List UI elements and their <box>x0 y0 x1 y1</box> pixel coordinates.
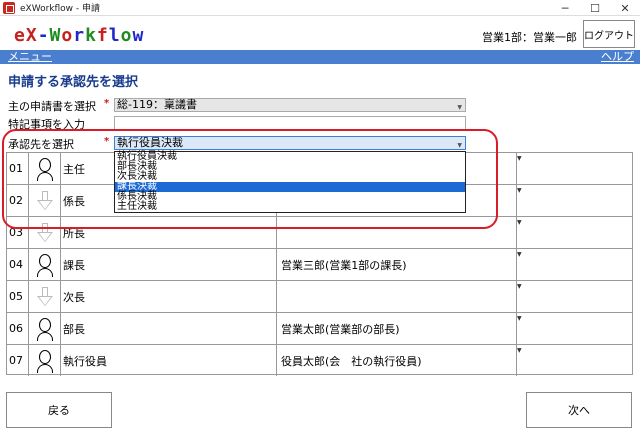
app-icon <box>3 1 15 14</box>
table-row: 04 課長 営業三郎(営業1部の課長) ▼ <box>7 249 632 281</box>
notes-input[interactable] <box>114 116 466 130</box>
next-button[interactable]: 次へ <box>526 392 632 428</box>
person-icon <box>29 249 61 280</box>
chevron-down-icon[interactable]: ▼ <box>517 345 527 376</box>
app-logo: eX-Workflow <box>14 25 145 46</box>
row-number: 04 <box>7 249 29 280</box>
person-icon <box>29 313 61 344</box>
window-title: eXWorkflow - 申請 <box>20 4 100 14</box>
chevron-down-icon[interactable]: ▼ <box>517 185 527 216</box>
help-link[interactable]: ヘルプ <box>601 50 634 64</box>
menu-link[interactable]: メニュー <box>8 50 52 64</box>
current-user: 営業1部：営業一郎 <box>482 31 577 44</box>
approver-name[interactable]: 営業三郎(営業1部の課長) <box>277 249 517 280</box>
logout-button[interactable]: ログアウト <box>583 20 635 48</box>
main-form-label: 主の申請書を選択 <box>8 100 96 113</box>
row-number: 06 <box>7 313 29 344</box>
row-number: 05 <box>7 281 29 312</box>
minimize-button[interactable]: ─ <box>550 0 580 16</box>
role-name: 課長 <box>61 249 277 280</box>
nav-bar: メニュー ヘルプ <box>0 50 640 64</box>
chevron-down-icon[interactable]: ▼ <box>517 153 527 184</box>
footer-bar: 戻る 次へ <box>0 384 640 428</box>
required-mark: * <box>104 98 110 109</box>
table-row: 05 次長 ▼ <box>7 281 632 313</box>
app-header: eX-Workflow 営業1部：営業一郎 <box>0 16 640 48</box>
table-row: 07 執行役員 役員太郎(会 社の執行役員) ▼ <box>7 345 632 377</box>
chevron-down-icon[interactable]: ▼ <box>517 249 527 280</box>
person-icon <box>29 345 61 376</box>
page-title: 申請する承認先を選択 <box>8 75 139 90</box>
highlight-annotation <box>2 129 498 229</box>
chevron-down-icon[interactable]: ▼ <box>517 281 527 312</box>
approver-name[interactable]: 役員太郎(会 社の執行役員) <box>277 345 517 376</box>
back-button[interactable]: 戻る <box>6 392 112 428</box>
chevron-down-icon[interactable]: ▼ <box>517 217 527 248</box>
role-name: 次長 <box>61 281 277 312</box>
close-button[interactable]: ✕ <box>610 0 640 16</box>
maximize-button[interactable]: ☐ <box>580 0 610 16</box>
chevron-down-icon: ▼ <box>457 104 462 111</box>
window-titlebar: eXWorkflow - 申請 ─ ☐ ✕ <box>0 0 640 16</box>
down-arrow-icon <box>29 281 61 312</box>
role-name: 執行役員 <box>61 345 277 376</box>
approver-name[interactable]: 営業太郎(営業部の部長) <box>277 313 517 344</box>
row-number: 07 <box>7 345 29 376</box>
role-name: 部長 <box>61 313 277 344</box>
approver-name[interactable] <box>277 281 517 312</box>
chevron-down-icon[interactable]: ▼ <box>517 313 527 344</box>
table-row: 06 部長 営業太郎(営業部の部長) ▼ <box>7 313 632 345</box>
main-form-select[interactable]: 総-119：稟議書 ▼ <box>114 98 466 112</box>
